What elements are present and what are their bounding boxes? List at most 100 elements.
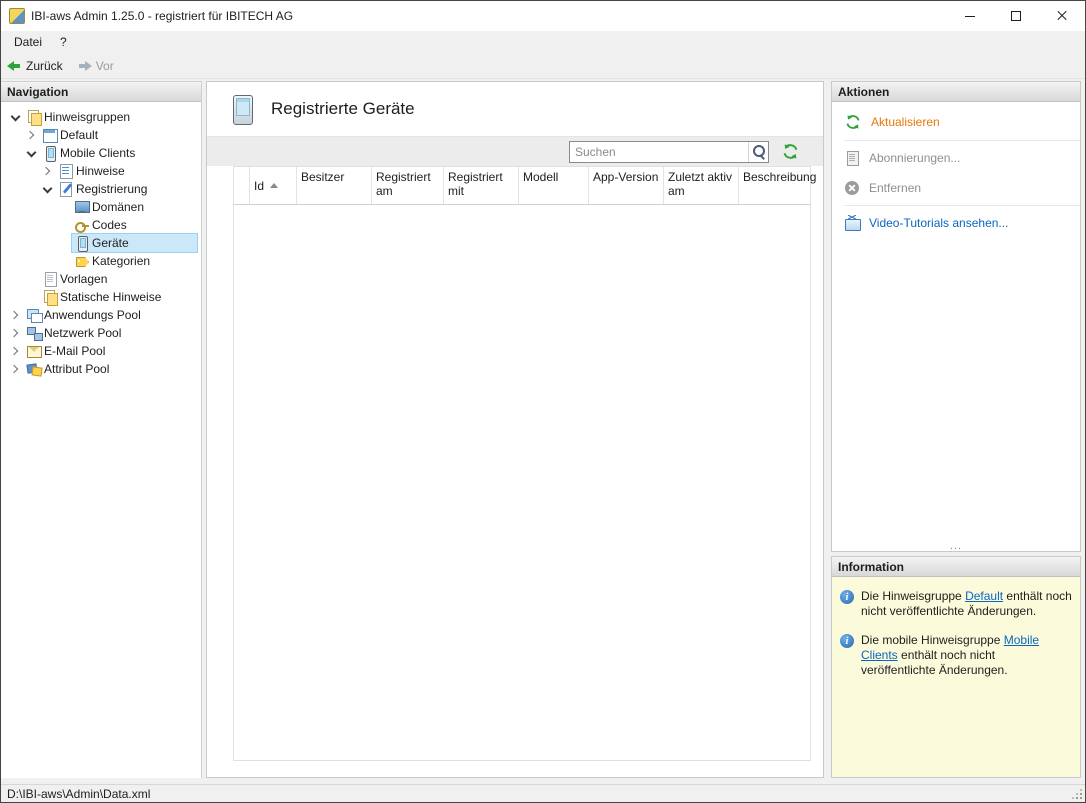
action-entfernen: Entfernen	[832, 173, 1080, 203]
chevron-down-icon[interactable]	[7, 109, 23, 125]
status-path: D:\IBI-aws\Admin\Data.xml	[7, 787, 150, 801]
tree-item-label: Codes	[92, 218, 127, 232]
tree-item-label: E-Mail Pool	[44, 344, 105, 358]
column-header-registriert-am[interactable]: Registriert am	[372, 167, 444, 204]
tree-item-label: Kategorien	[92, 254, 150, 268]
tree-item-anwendungs-pool[interactable]: Anwendungs Pool	[1, 306, 201, 324]
tree-item-geraete[interactable]: Geräte	[1, 234, 201, 252]
arrow-right-icon	[77, 58, 92, 74]
menu-help[interactable]: ?	[51, 32, 76, 52]
note-prefix: Die Hinweisgruppe	[861, 589, 965, 603]
network-icon	[26, 325, 42, 341]
search-input[interactable]	[570, 143, 748, 161]
tree-item-mobile-clients[interactable]: Mobile Clients	[1, 144, 201, 162]
tree-item-vorlagen[interactable]: Vorlagen	[1, 270, 201, 288]
tree-item-netzwerk-pool[interactable]: Netzwerk Pool	[1, 324, 201, 342]
action-abonnierungen: Abonnierungen...	[832, 143, 1080, 173]
information-header: Information	[832, 557, 1080, 577]
info-note: Die Hinweisgruppe Default enthält noch n…	[840, 589, 1072, 619]
tv-icon	[844, 215, 860, 231]
titlebar: IBI-aws Admin 1.25.0 - registriert für I…	[1, 1, 1085, 31]
close-icon	[1056, 10, 1068, 22]
tree-item-label: Hinweise	[76, 164, 125, 178]
back-button[interactable]: Zurück	[7, 58, 63, 74]
chevron-right-icon[interactable]	[7, 307, 23, 323]
tree-item-statische-hinweise[interactable]: Statische Hinweise	[1, 288, 201, 306]
refresh-icon[interactable]	[781, 143, 799, 161]
menu-datei[interactable]: Datei	[5, 32, 51, 52]
statusbar: D:\IBI-aws\Admin\Data.xml	[1, 784, 1085, 802]
column-header-modell[interactable]: Modell	[519, 167, 589, 204]
column-header-besitzer[interactable]: Besitzer	[297, 167, 372, 204]
chevron-down-icon[interactable]	[39, 181, 55, 197]
chevron-down-icon[interactable]	[23, 145, 39, 161]
action-aktualisieren[interactable]: Aktualisieren	[832, 106, 1080, 138]
remove-icon	[845, 181, 859, 195]
app-icon	[9, 8, 25, 24]
main-header: Registrierte Geräte	[207, 82, 823, 136]
maximize-button[interactable]	[993, 1, 1039, 31]
tree-item-kategorien[interactable]: Kategorien	[1, 252, 201, 270]
tree-item-attribut-pool[interactable]: Attribut Pool	[1, 360, 201, 378]
resize-grip-icon[interactable]	[1080, 797, 1082, 799]
column-header-registriert-mit[interactable]: Registriert mit	[444, 167, 519, 204]
separator	[844, 140, 1080, 141]
action-label: Abonnierungen...	[869, 151, 960, 165]
tree-item-codes[interactable]: Codes	[1, 216, 201, 234]
indent-spacer	[55, 235, 71, 251]
tree-item-label: Geräte	[92, 236, 129, 250]
column-header-zuletzt-aktiv-am[interactable]: Zuletzt aktiv am	[664, 167, 739, 204]
minimize-button[interactable]	[947, 1, 993, 31]
panel-resize-handle[interactable]: ...	[832, 541, 1080, 551]
window-title: IBI-aws Admin 1.25.0 - registriert für I…	[31, 9, 941, 23]
tree-item-hinweise[interactable]: Hinweise	[1, 162, 201, 180]
phone-icon	[42, 145, 58, 161]
tree-item-label: Mobile Clients	[60, 146, 135, 160]
arrow-left-icon	[7, 58, 22, 74]
link-default[interactable]: Default	[965, 589, 1003, 603]
action-label: Aktualisieren	[871, 115, 940, 129]
close-button[interactable]	[1039, 1, 1085, 31]
tree-item-label: Vorlagen	[60, 272, 107, 286]
tree-item-label: Registrierung	[76, 182, 147, 196]
indent-spacer	[23, 271, 39, 287]
info-icon	[840, 590, 854, 604]
tree-item-hinweisgruppen[interactable]: Hinweisgruppen	[1, 108, 201, 126]
tree-item-label: Default	[60, 128, 98, 142]
chevron-right-icon[interactable]	[7, 325, 23, 341]
search-icon[interactable]	[748, 142, 768, 162]
registration-icon	[58, 181, 74, 197]
mail-icon	[26, 343, 42, 359]
tree-item-domaenen[interactable]: Domänen	[1, 198, 201, 216]
toolbar: Zurück Vor	[1, 53, 1085, 79]
refresh-icon	[844, 113, 862, 131]
column-header-id[interactable]: Id	[250, 167, 297, 204]
subscriptions-icon	[844, 150, 860, 166]
chevron-right-icon[interactable]	[7, 361, 23, 377]
tree-item-email-pool[interactable]: E-Mail Pool	[1, 342, 201, 360]
tree-item-label: Hinweisgruppen	[44, 110, 130, 124]
indent-spacer	[55, 217, 71, 233]
column-header-app-version[interactable]: App-Version	[589, 167, 664, 204]
tree-item-default[interactable]: Default	[1, 126, 201, 144]
chevron-right-icon[interactable]	[39, 163, 55, 179]
attribute-icon	[26, 361, 42, 377]
main-panel: Registrierte Geräte	[206, 81, 824, 778]
tree-item-label: Netzwerk Pool	[44, 326, 121, 340]
forward-button[interactable]: Vor	[77, 58, 114, 74]
indent-spacer	[55, 253, 71, 269]
column-header-beschreibung[interactable]: Beschreibung	[739, 167, 820, 204]
app-windows-icon	[26, 307, 42, 323]
tree-item-label: Domänen	[92, 200, 144, 214]
tree-item-registrierung[interactable]: Registrierung	[1, 180, 201, 198]
information-panel: Information Die Hinweisgruppe Default en…	[831, 556, 1081, 778]
actions-header: Aktionen	[832, 82, 1080, 102]
separator	[844, 205, 1080, 206]
chevron-right-icon[interactable]	[23, 127, 39, 143]
actions-panel: Aktionen Aktualisieren	[831, 81, 1081, 552]
search-band	[207, 136, 823, 166]
action-video-tutorials[interactable]: Video-Tutorials ansehen...	[832, 208, 1080, 238]
chevron-right-icon[interactable]	[7, 343, 23, 359]
page-title: Registrierte Geräte	[271, 99, 415, 119]
actions-list: Aktualisieren Abonnierungen... Entfernen…	[832, 102, 1080, 238]
